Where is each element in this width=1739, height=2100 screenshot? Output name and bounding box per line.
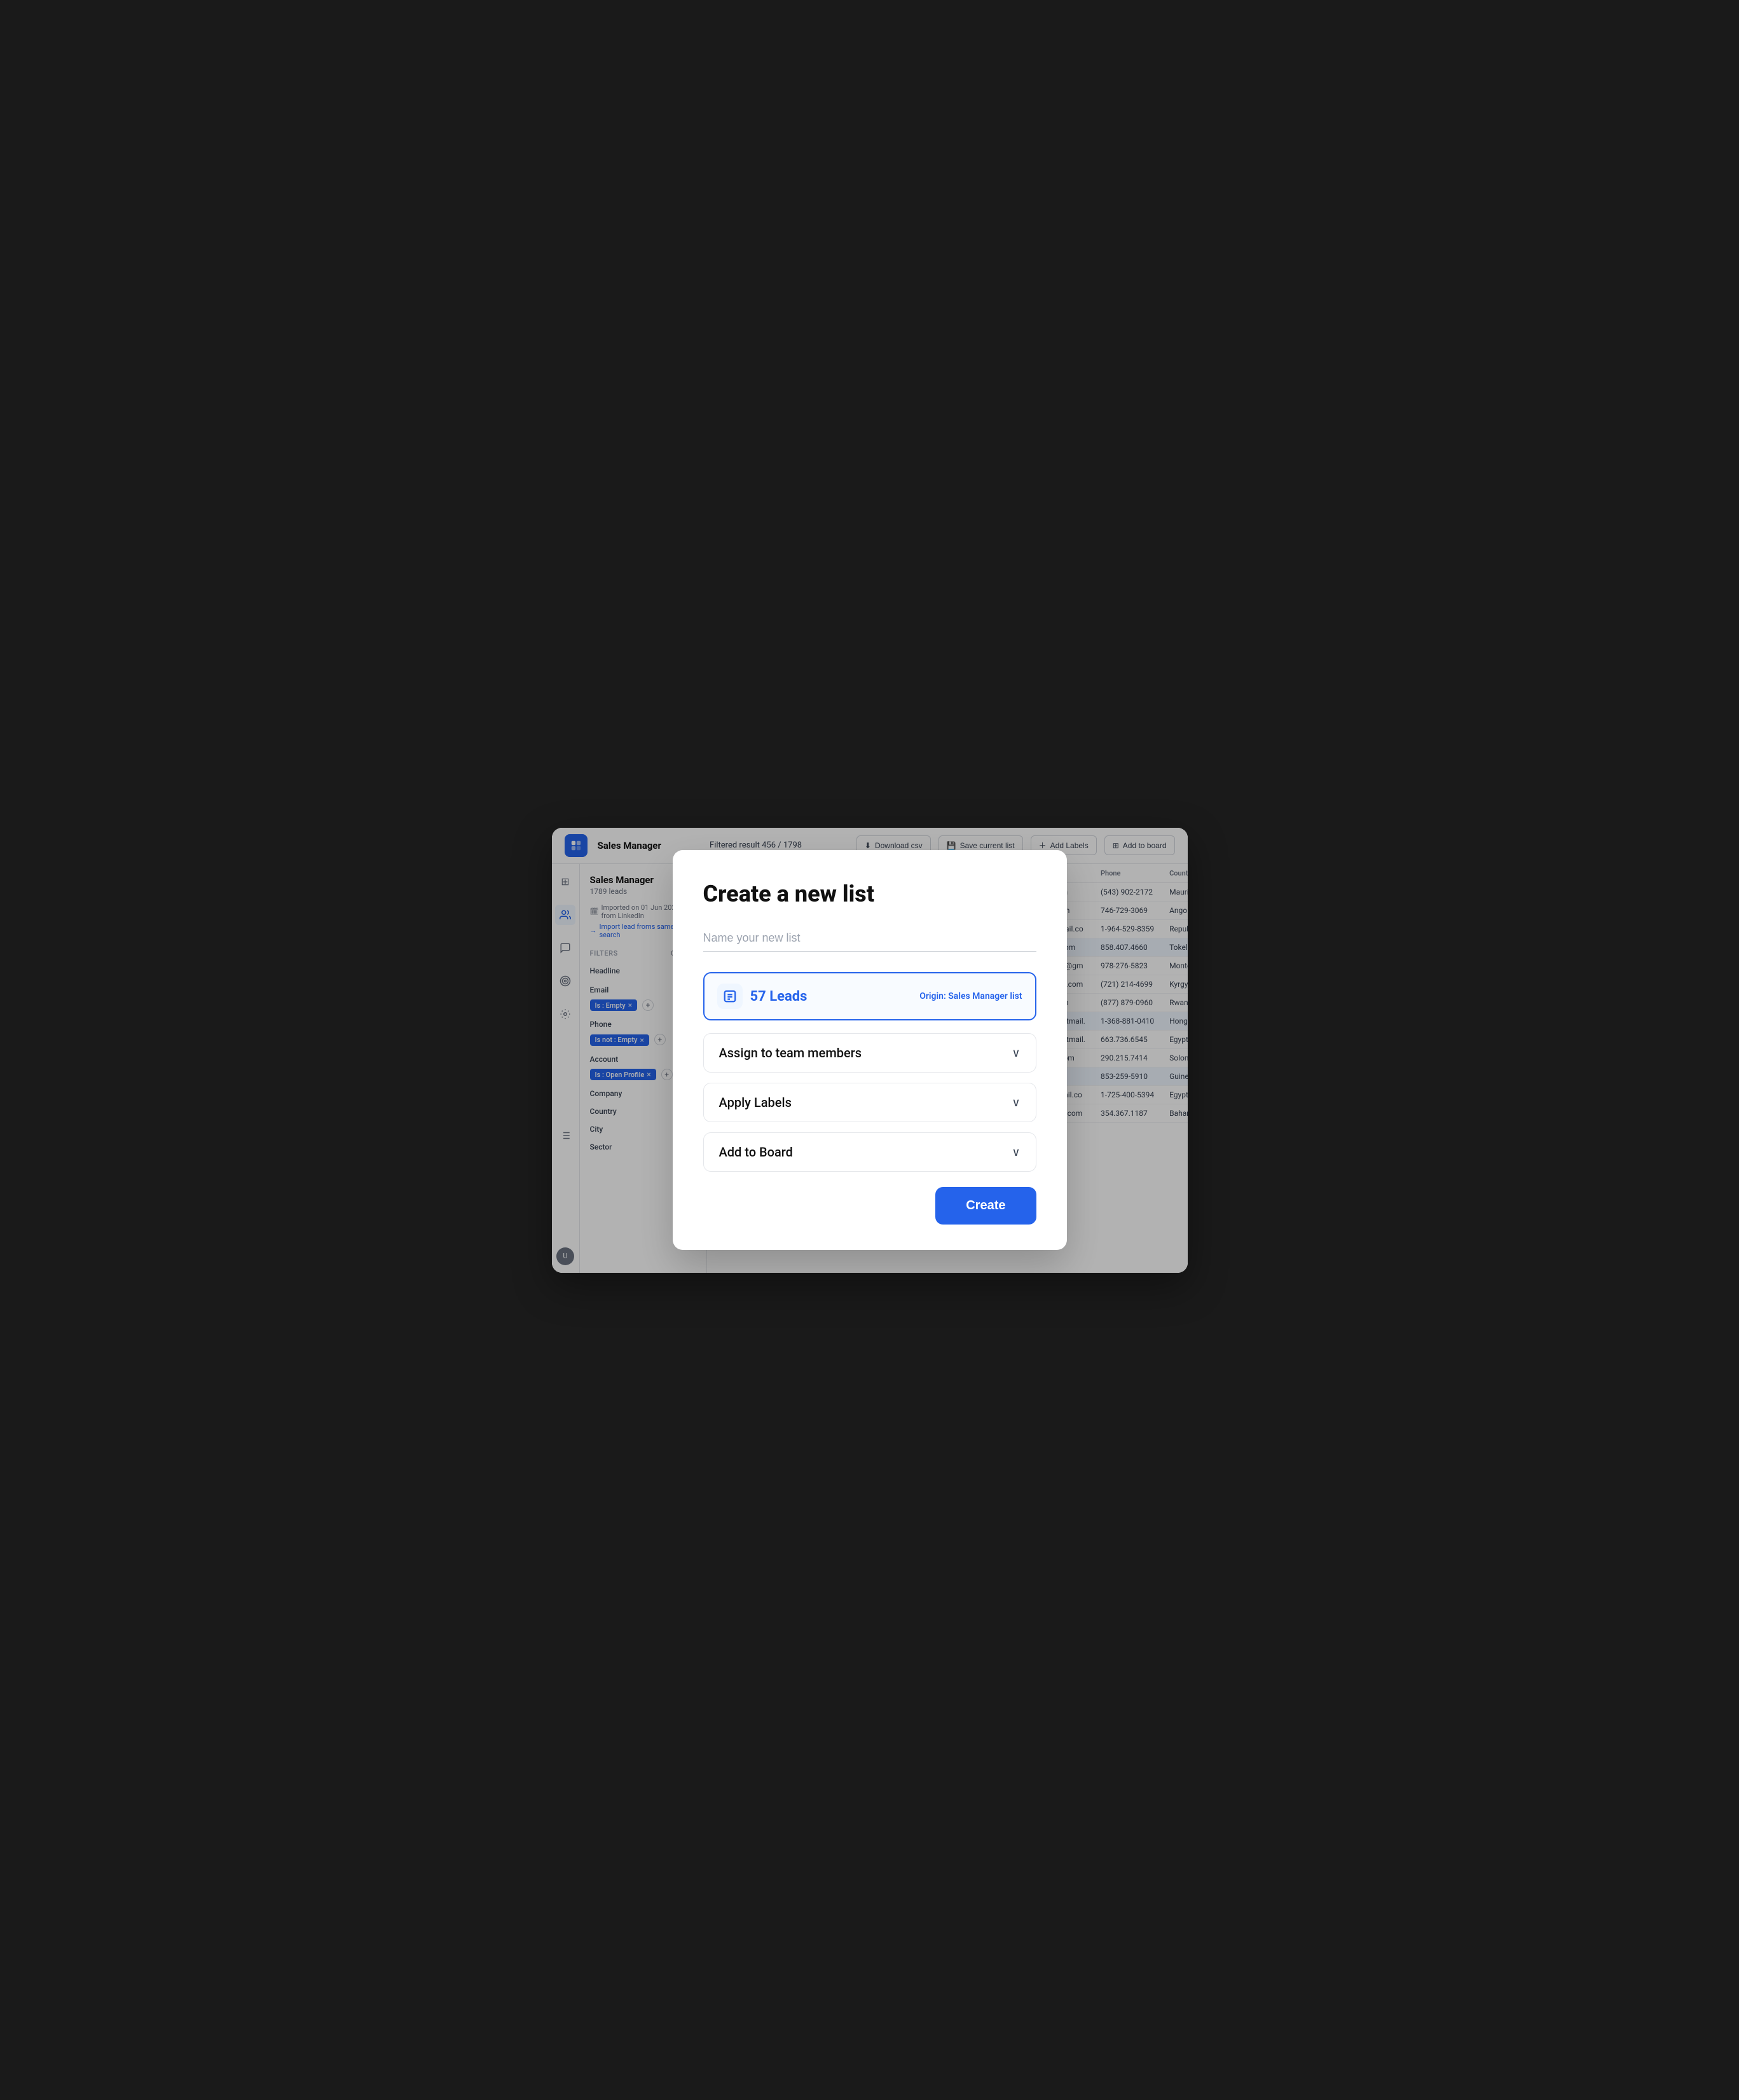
assign-label: Assign to team members: [719, 1045, 862, 1060]
leads-card-left: 57 Leads: [717, 984, 808, 1009]
create-button[interactable]: Create: [935, 1187, 1036, 1225]
leads-list-icon: [717, 984, 743, 1009]
leads-origin: Origin: Sales Manager list: [919, 991, 1022, 1001]
apply-labels-section[interactable]: Apply Labels ∨: [703, 1083, 1036, 1122]
add-to-board-label: Add to Board: [719, 1144, 793, 1160]
add-to-board-chevron-icon: ∨: [1012, 1146, 1020, 1159]
add-to-board-section[interactable]: Add to Board ∨: [703, 1132, 1036, 1172]
modal-overlay: Create a new list 57 Leads: [552, 828, 1188, 1273]
leads-count: 57 Leads: [750, 989, 808, 1005]
app-container: Sales Manager Filtered result 456 / 1798…: [552, 828, 1188, 1273]
leads-origin-card: 57 Leads Origin: Sales Manager list: [703, 972, 1036, 1020]
apply-labels-chevron-icon: ∨: [1012, 1096, 1020, 1109]
list-name-input[interactable]: [703, 925, 1036, 952]
assign-chevron-icon: ∨: [1012, 1047, 1020, 1060]
origin-suffix: list: [1010, 991, 1022, 1001]
modal-title: Create a new list: [703, 881, 1036, 907]
apply-labels-label: Apply Labels: [719, 1095, 792, 1110]
origin-list-name: Sales Manager: [948, 991, 1008, 1001]
create-list-modal: Create a new list 57 Leads: [673, 850, 1067, 1250]
assign-section[interactable]: Assign to team members ∨: [703, 1033, 1036, 1073]
origin-prefix: Origin:: [919, 991, 946, 1001]
